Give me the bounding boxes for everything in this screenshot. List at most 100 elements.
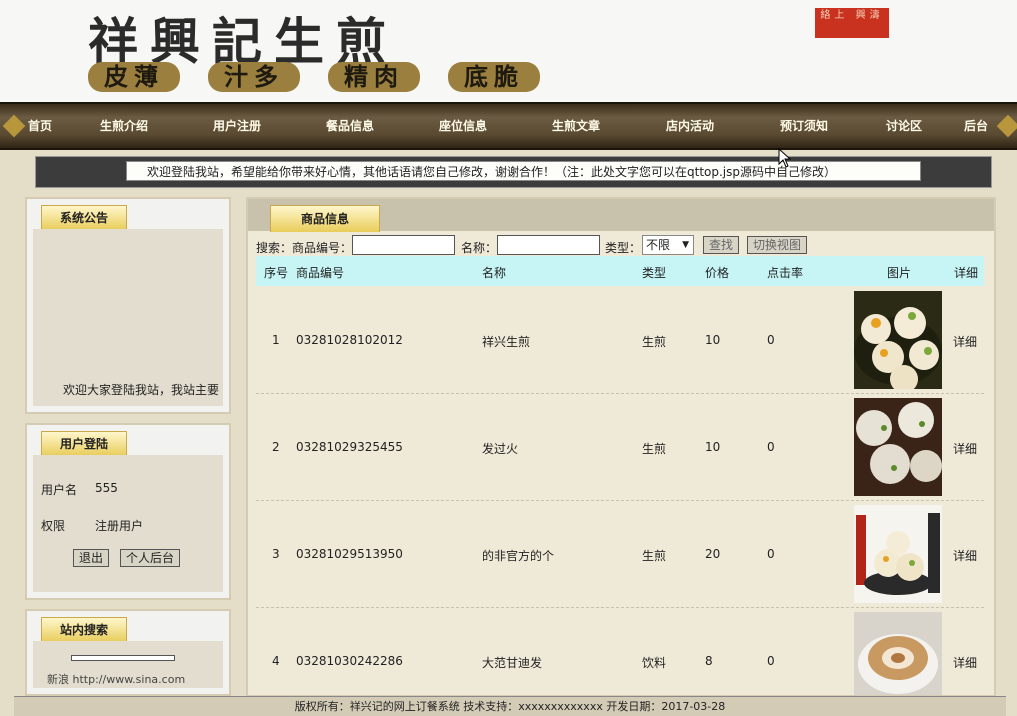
nav-ornament-left-icon <box>2 114 26 138</box>
col-code: 商品编号 <box>296 266 345 280</box>
row-index: 2 <box>272 440 280 454</box>
product-panel: 商品信息 搜索： 商品编号： 名称： 类型： 不限 ▼ 查找 切换视图 序号 商… <box>246 197 996 697</box>
site-search-panel: 站内搜索 新浪 http://www.sina.com <box>25 609 231 696</box>
table-row: 2 03281029325455 发过火 生煎 10 0 详细 <box>256 394 984 501</box>
notice-bar: 欢迎登陆我站，希望能给你带来好心情，其他话语请您自己修改，谢谢合作！（注：此处文… <box>35 156 992 188</box>
col-name: 名称 <box>482 266 507 280</box>
row-code: 03281029325455 <box>296 440 403 454</box>
row-index: 3 <box>272 547 280 561</box>
site-search-title: 站内搜索 <box>41 617 128 642</box>
name-label: 名称： <box>461 241 498 255</box>
name-input[interactable] <box>497 235 600 255</box>
col-price: 价格 <box>705 266 730 280</box>
chevron-down-icon: ▼ <box>682 240 689 250</box>
notice-marquee: 欢迎登陆我站，希望能给你带来好心情，其他话语请您自己修改，谢谢合作！（注：此处文… <box>126 161 921 181</box>
row-price: 10 <box>705 440 721 454</box>
row-detail-link[interactable]: 详细 <box>953 654 977 671</box>
table-header: 序号 商品编号 名称 类型 价格 点击率 图片 详细 <box>256 256 984 286</box>
nav-events[interactable]: 店内活动 <box>666 104 714 148</box>
row-name: 的非官方的个 <box>482 549 555 563</box>
role-value: 注册用户 <box>95 519 144 533</box>
type-select-value: 不限 <box>646 238 671 252</box>
row-price: 8 <box>705 654 713 668</box>
table-row: 3 03281029513950 的非官方的个 生煎 20 0 详细 <box>256 501 984 608</box>
row-clicks: 0 <box>767 333 775 347</box>
banner-slogans: 皮薄 汁多 精肉 底脆 <box>88 62 540 92</box>
nav-admin[interactable]: 后台 <box>964 104 988 148</box>
logout-button[interactable]: 退出 <box>73 549 110 567</box>
row-detail-link[interactable]: 详细 <box>953 333 977 350</box>
row-price: 10 <box>705 333 721 347</box>
product-tabstrip: 商品信息 <box>248 199 994 232</box>
row-type: 生煎 <box>642 442 667 456</box>
row-type: 饮料 <box>642 656 667 670</box>
nav-ornament-right-icon <box>996 114 1017 138</box>
type-select[interactable]: 不限 ▼ <box>642 235 694 255</box>
nav-booking-notes[interactable]: 预订须知 <box>780 104 828 148</box>
announcement-body: 欢迎大家登陆我站，我站主要 <box>33 229 223 406</box>
product-tab-title: 商品信息 <box>270 205 381 232</box>
row-clicks: 0 <box>767 547 775 561</box>
row-name: 发过火 <box>482 442 519 456</box>
slogan-2: 汁多 <box>208 62 300 92</box>
login-body: 用户名 555 权限 注册用户 退出 个人后台 <box>33 455 223 592</box>
slogan-3: 精肉 <box>328 62 420 92</box>
row-code: 03281029513950 <box>296 547 403 561</box>
announcement-text: 欢迎大家登陆我站，我站主要 <box>63 383 220 397</box>
col-clicks: 点击率 <box>767 266 804 280</box>
search-button[interactable]: 查找 <box>703 236 740 254</box>
table-row: 1 03281028102012 祥兴生煎 生煎 10 0 详细 <box>256 287 984 394</box>
row-detail-link[interactable]: 详细 <box>953 440 977 457</box>
row-code: 03281030242286 <box>296 654 403 668</box>
row-detail-link[interactable]: 详细 <box>953 547 977 564</box>
profile-button[interactable]: 个人后台 <box>120 549 181 567</box>
search-prefix: 搜索： <box>256 241 293 255</box>
main-nav: 首页 生煎介绍 用户注册 餐品信息 座位信息 生煎文章 店内活动 预订须知 讨论… <box>0 102 1017 150</box>
slogan-1: 皮薄 <box>88 62 180 92</box>
bun-photo-2 <box>854 398 942 496</box>
username-value: 555 <box>95 481 118 495</box>
row-type: 生煎 <box>642 335 667 349</box>
row-code: 03281028102012 <box>296 333 403 347</box>
row-index: 1 <box>272 333 280 347</box>
row-clicks: 0 <box>767 654 775 668</box>
site-banner: 祥興記生煎 皮薄 汁多 精肉 底脆 絡上 興濤 <box>0 0 1017 102</box>
nav-forum[interactable]: 讨论区 <box>886 104 922 148</box>
col-type: 类型 <box>642 266 667 280</box>
col-detail: 详细 <box>954 266 979 280</box>
bun-photo-1 <box>854 291 942 389</box>
friend-link-text[interactable]: 新浪 http://www.sina.com <box>47 671 185 687</box>
nav-menu-info[interactable]: 餐品信息 <box>326 104 374 148</box>
role-row: 权限 注册用户 <box>41 517 143 534</box>
row-price: 20 <box>705 547 721 561</box>
red-seal-logo: 絡上 興濤 <box>815 8 889 38</box>
site-search-input[interactable] <box>71 655 175 661</box>
code-label: 商品编号： <box>292 241 353 255</box>
site-search-body: 新浪 http://www.sina.com <box>33 641 223 688</box>
code-input[interactable] <box>352 235 455 255</box>
mouse-cursor-icon <box>778 148 792 168</box>
nav-articles[interactable]: 生煎文章 <box>552 104 600 148</box>
login-panel: 用户登陆 用户名 555 权限 注册用户 退出 个人后台 <box>25 423 231 600</box>
bun-photo-3 <box>854 505 942 603</box>
footer: 版权所有：祥兴记的网上订餐系统 技术支持：xxxxxxxxxxxxx 开发日期：… <box>14 696 1006 716</box>
switch-view-button[interactable]: 切换视图 <box>747 236 808 254</box>
username-row: 用户名 555 <box>41 481 118 498</box>
login-title: 用户登陆 <box>41 431 128 456</box>
row-index: 4 <box>272 654 280 668</box>
announcement-panel: 系统公告 欢迎大家登陆我站，我站主要 <box>25 197 231 414</box>
col-image: 图片 <box>887 266 912 280</box>
col-index: 序号 <box>264 266 289 280</box>
table-row: 4 03281030242286 大范甘迪发 饮料 8 0 详细 <box>256 608 984 695</box>
nav-seat-info[interactable]: 座位信息 <box>439 104 487 148</box>
nav-register[interactable]: 用户注册 <box>213 104 261 148</box>
nav-intro[interactable]: 生煎介绍 <box>100 104 148 148</box>
type-label: 类型： <box>605 241 642 255</box>
row-name: 祥兴生煎 <box>482 335 531 349</box>
row-type: 生煎 <box>642 549 667 563</box>
coffee-photo <box>854 612 942 695</box>
slogan-4: 底脆 <box>448 62 540 92</box>
announcement-title: 系统公告 <box>41 205 128 230</box>
nav-home[interactable]: 首页 <box>28 104 52 148</box>
username-label: 用户名 <box>41 483 78 497</box>
